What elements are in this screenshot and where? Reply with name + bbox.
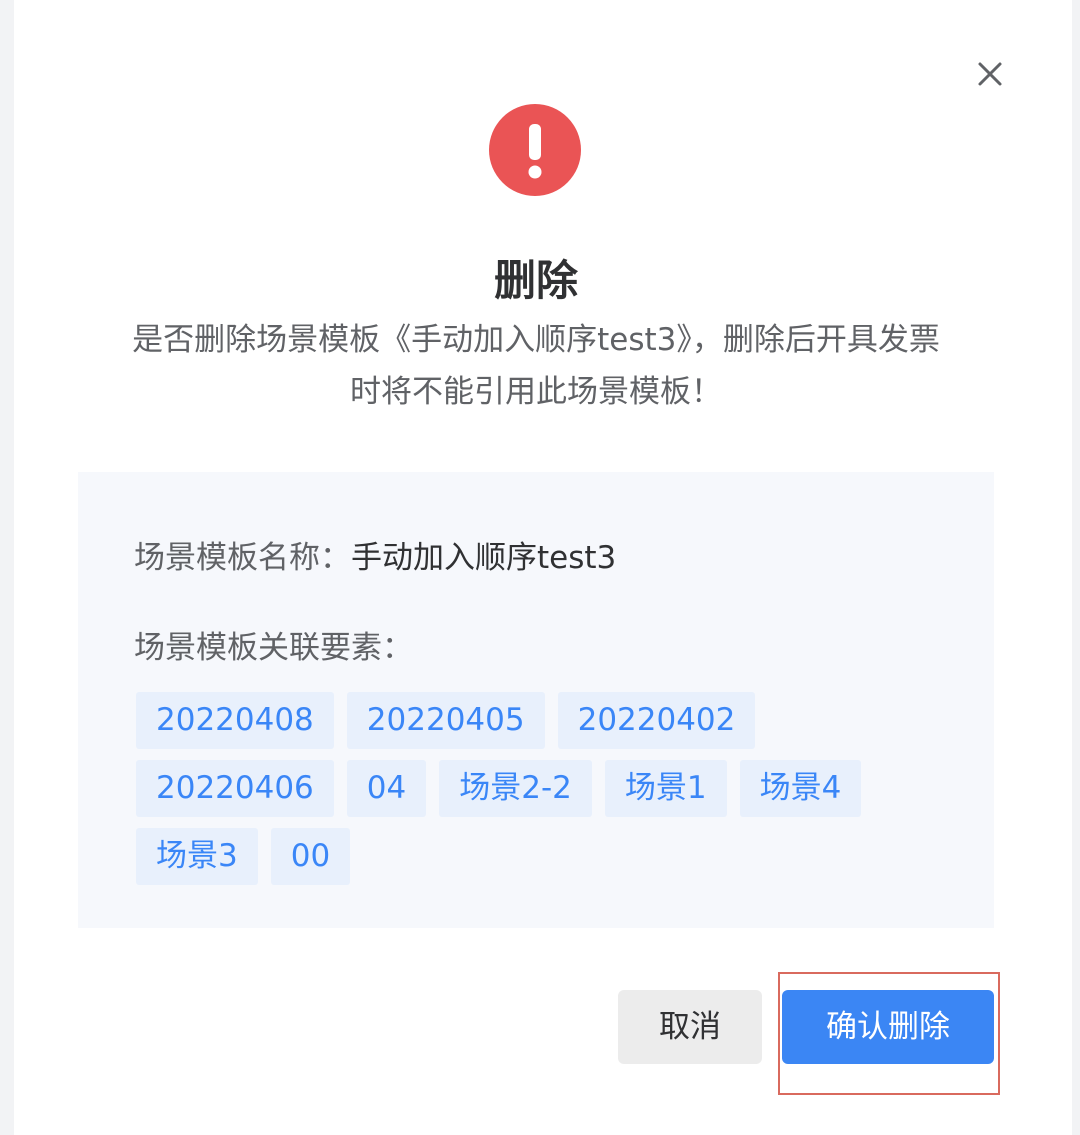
element-tag: 20220402 — [557, 692, 756, 749]
close-icon — [978, 62, 1002, 86]
element-tag: 场景4 — [739, 760, 862, 817]
delete-confirm-dialog: 删除 是否删除场景模板《手动加入顺序test3》，删除后开具发票 时将不能引用此… — [14, 0, 1072, 1135]
cancel-button[interactable]: 取消 — [618, 990, 762, 1064]
dialog-message: 是否删除场景模板《手动加入顺序test3》，删除后开具发票 时将不能引用此场景模… — [90, 314, 982, 418]
dialog-title: 删除 — [493, 256, 578, 305]
element-tag: 场景3 — [136, 828, 258, 885]
exclamation-circle-icon — [489, 104, 581, 196]
related-elements-label: 场景模板关联要素： — [134, 630, 413, 666]
dialog-message-line-1: 是否删除场景模板《手动加入顺序test3》，删除后开具发票 — [132, 322, 940, 358]
element-tag: 04 — [346, 760, 427, 817]
element-tag: 00 — [270, 828, 351, 885]
template-name-row: 场景模板名称：手动加入顺序test3 — [134, 536, 616, 580]
confirm-delete-button[interactable]: 确认删除 — [782, 990, 994, 1064]
template-details-panel: 场景模板名称：手动加入顺序test3 场景模板关联要素： 20220408 20… — [78, 472, 994, 928]
template-name-value: 手动加入顺序test3 — [351, 540, 617, 576]
element-tag: 20220406 — [136, 760, 334, 817]
related-elements-tag-list: 20220408 20220405 20220402 20220406 04 场… — [136, 692, 956, 885]
dialog-message-line-2: 时将不能引用此场景模板！ — [350, 374, 722, 410]
element-tag: 场景1 — [604, 760, 727, 817]
template-name-label: 场景模板名称： — [134, 540, 351, 576]
element-tag: 20220408 — [136, 692, 334, 749]
close-button[interactable] — [972, 56, 1008, 92]
element-tag: 场景2-2 — [439, 760, 592, 817]
element-tag: 20220405 — [346, 692, 545, 749]
